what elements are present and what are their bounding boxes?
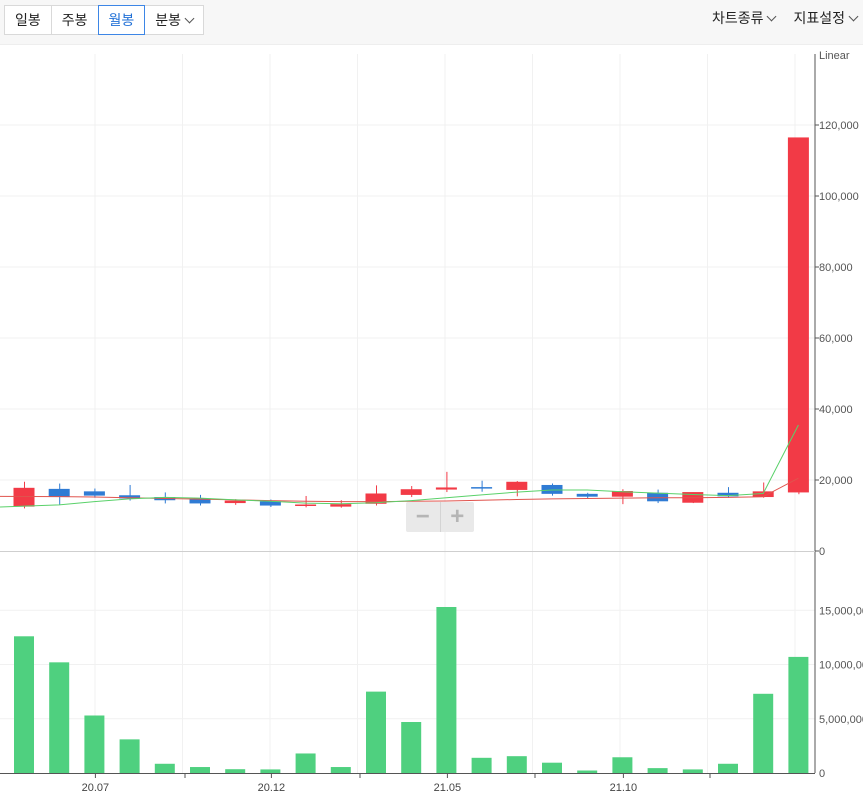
volume-bar [542, 762, 562, 773]
volume-bar [506, 756, 527, 773]
price-tick-label: 40,000 [819, 404, 853, 416]
scale-mode-label: Linear [819, 50, 850, 62]
volume-bar [190, 767, 210, 773]
zoom-in-button[interactable]: + [439, 502, 475, 532]
candlesticks [13, 137, 809, 509]
price-tick-label: 100,000 [819, 191, 859, 203]
volume-bar [49, 662, 70, 773]
volume-bar [119, 739, 140, 773]
volume-bar [330, 767, 351, 773]
volume-bar [718, 763, 738, 773]
candle-down [647, 492, 669, 502]
period-tabs: 일봉 주봉 월봉 분봉 [4, 5, 205, 35]
time-tick-label: 21.10 [610, 782, 638, 794]
volume-tick-label: 5,000,000 [819, 714, 863, 726]
price-tick-label: 120,000 [819, 120, 859, 132]
plus-icon: + [450, 503, 465, 530]
time-tick-label: 21.05 [434, 782, 462, 794]
volume-bar [154, 763, 175, 773]
time-tick-label: 20.12 [258, 782, 286, 794]
volume-bar [682, 769, 703, 773]
candle-down [576, 493, 598, 497]
candle-up [400, 489, 422, 495]
chart-type-label: 차트종류 [711, 10, 764, 26]
moving-average-short-line [0, 424, 799, 508]
chevron-down-icon [184, 13, 195, 24]
candle-up [435, 487, 457, 490]
indicator-settings-dropdown[interactable]: 지표설정 [793, 8, 859, 28]
volume-bar [577, 770, 598, 773]
volume-bar [436, 606, 457, 773]
candle-up [330, 504, 352, 507]
period-daily-button[interactable]: 일봉 [4, 5, 52, 35]
zoom-out-button[interactable]: − [406, 502, 440, 532]
chart-options: 차트종류 지표설정 [711, 8, 859, 28]
candle-up [506, 481, 528, 490]
period-weekly-button[interactable]: 주봉 [50, 5, 99, 35]
volume-tick-label: 10,000,000 [819, 660, 863, 672]
indicator-settings-label: 지표설정 [793, 10, 845, 26]
candle-up [295, 504, 317, 506]
volume-bar [753, 693, 774, 773]
price-tick-label: 0 [819, 546, 825, 558]
price-tick-label: 60,000 [819, 333, 853, 345]
candle-up [224, 500, 246, 504]
volume-tick-label: 0 [819, 768, 825, 780]
volume-bar [612, 757, 633, 773]
period-minute-dropdown[interactable]: 분봉 [144, 5, 205, 35]
stock-chart[interactable]: 0 20,000 40,000 60,000 80,000 100,000 120,000 0… [0, 44, 863, 803]
volume-bar [225, 769, 246, 773]
chart-toolbar: 일봉 주봉 월봉 분봉 차트종류 지표설정 [0, 0, 863, 45]
price-tick-label: 80,000 [819, 262, 853, 274]
candle-down [541, 484, 563, 494]
chart-grid [0, 54, 815, 773]
time-tick-label: 20.07 [82, 782, 110, 794]
period-minute-label: 분봉 [155, 12, 182, 28]
minus-icon: − [415, 503, 430, 530]
volume-tick-label: 15,000,000 [819, 605, 863, 617]
volume-bar [295, 753, 316, 773]
price-tick-label: 20,000 [819, 475, 853, 487]
candle-down [48, 488, 70, 498]
period-monthly-button[interactable]: 월봉 [97, 5, 146, 35]
volume-bar [84, 715, 105, 773]
volume-bar [14, 636, 34, 773]
candle-down [83, 491, 105, 496]
chevron-down-icon [848, 11, 859, 22]
candle-down [471, 487, 493, 489]
chart-type-dropdown[interactable]: 차트종류 [711, 8, 777, 28]
candle-up [13, 487, 35, 507]
zoom-controls: − + [406, 502, 474, 532]
chart-axes: 0 20,000 40,000 60,000 80,000 100,000 120,000 0… [0, 50, 863, 794]
moving-averages [0, 424, 799, 508]
volume-bar [647, 768, 668, 773]
volume-bar [788, 656, 809, 773]
volume-bar [471, 757, 492, 773]
volume-bars [14, 606, 809, 773]
volume-bar [401, 722, 422, 773]
volume-bar [260, 769, 281, 773]
volume-bar [366, 691, 386, 773]
chevron-down-icon [767, 11, 777, 22]
